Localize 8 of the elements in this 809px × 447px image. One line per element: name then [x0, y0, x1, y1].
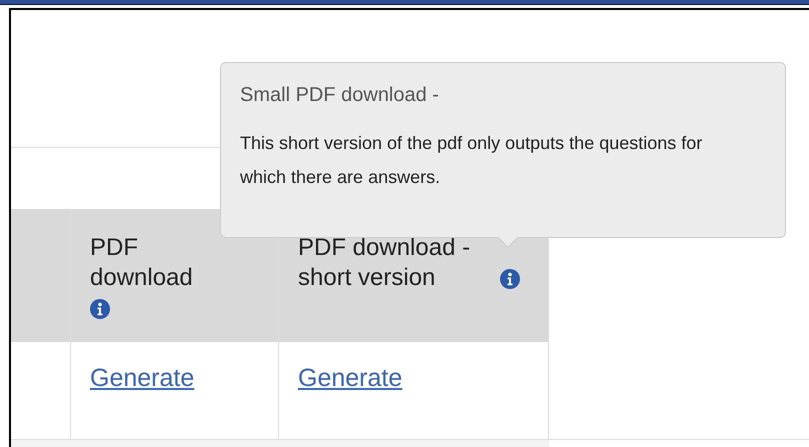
- header-label: PDF download: [90, 233, 194, 293]
- info-icon[interactable]: [90, 299, 110, 319]
- generate-link[interactable]: Generate: [298, 364, 402, 392]
- generate-link[interactable]: Generate: [90, 364, 194, 392]
- tooltip-text: This short version of the pdf only outputs the questions for which there are answers.: [240, 132, 704, 189]
- tooltip-title: Small PDF download -: [240, 83, 440, 108]
- header-label: PDF download - short version: [298, 233, 472, 293]
- info-icon[interactable]: [500, 269, 520, 289]
